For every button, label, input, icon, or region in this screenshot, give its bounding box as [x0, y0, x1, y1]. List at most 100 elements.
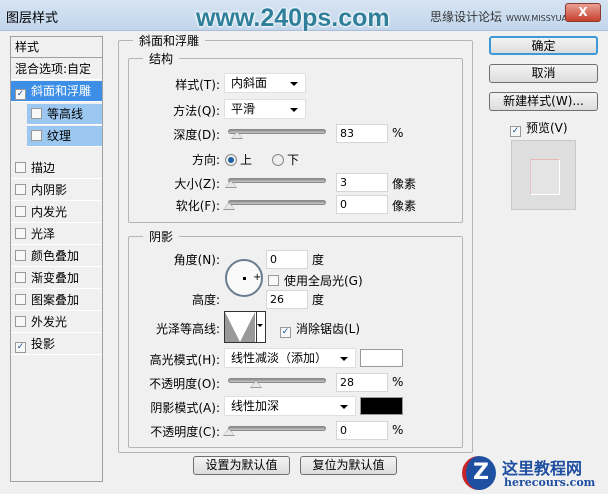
blending-options[interactable]: 混合选项:自定 — [11, 59, 102, 80]
size-unit: 像素 — [392, 177, 417, 191]
style-item[interactable]: 外发光 — [11, 312, 102, 333]
style-item-label: 颜色叠加 — [31, 249, 80, 263]
herecours-logo: Z 这里教程网 herecours.com — [458, 452, 608, 494]
logo-url: herecours.com — [504, 476, 596, 489]
checkbox-icon[interactable] — [15, 272, 26, 283]
style-item-label: 描边 — [31, 161, 56, 175]
checkbox-icon[interactable] — [15, 184, 26, 195]
structure-title: 结构 — [149, 52, 174, 66]
shadow-opacity-slider[interactable] — [223, 426, 326, 436]
style-item[interactable]: 图案叠加 — [11, 290, 102, 311]
window-title: 图层样式 — [6, 11, 59, 26]
style-item-label: 渐变叠加 — [31, 271, 80, 285]
new-style-button[interactable]: 新建样式(W)... — [489, 92, 598, 111]
soften-slider[interactable] — [223, 200, 326, 210]
shadow-opacity-unit: % — [392, 423, 404, 437]
checkmark-icon: ✓ — [510, 126, 521, 137]
checkbox-icon[interactable] — [31, 130, 42, 141]
preview-checkbox[interactable]: ✓ 预览(V) — [510, 119, 568, 137]
depth-slider[interactable] — [228, 129, 326, 139]
cancel-button[interactable]: 取消 — [489, 64, 598, 83]
checkmark-icon[interactable]: ✓ — [15, 342, 26, 353]
direction-down-radio[interactable]: 下 — [272, 151, 299, 168]
crosshair-icon: + — [253, 272, 262, 283]
close-button[interactable]: X — [565, 3, 601, 22]
style-item[interactable]: 颜色叠加 — [11, 246, 102, 267]
style-dropdown[interactable]: 内斜面 — [224, 73, 306, 93]
style-item[interactable]: 等高线 — [27, 104, 102, 125]
soften-label: 软化(F): — [175, 199, 220, 213]
style-item-label: 斜面和浮雕 — [31, 84, 92, 98]
checkbox-icon[interactable] — [15, 316, 26, 327]
style-item-label: 投影 — [31, 337, 56, 351]
shadow-opacity-thumb[interactable] — [223, 428, 235, 436]
highlight-opacity-slider[interactable] — [228, 378, 326, 388]
reset-default-button[interactable]: 复位为默认值 — [300, 456, 397, 475]
style-item[interactable]: 渐变叠加 — [11, 268, 102, 289]
checkbox-icon[interactable] — [15, 228, 26, 239]
checkmark-icon[interactable]: ✓ — [15, 89, 26, 100]
styles-list: 样式 混合选项:自定 ✓ 斜面和浮雕等高线纹理描边内阴影内发光光泽颜色叠加渐变叠加… — [10, 36, 103, 482]
checkbox-icon[interactable] — [15, 162, 26, 173]
soften-slider-thumb[interactable] — [223, 202, 235, 210]
depth-label: 深度(D): — [173, 128, 220, 142]
altitude-input[interactable]: 26 — [266, 290, 308, 309]
technique-dropdown[interactable]: 平滑 — [224, 99, 306, 119]
preview-label: 预览(V) — [526, 121, 568, 135]
style-item-label: 内阴影 — [31, 183, 68, 197]
global-light-checkbox[interactable]: 使用全局光(G) — [268, 272, 363, 289]
styles-header: 样式 — [11, 37, 102, 58]
style-item[interactable]: 内发光 — [11, 202, 102, 223]
highlight-opacity-unit: % — [392, 375, 404, 389]
style-item[interactable]: 描边 — [11, 158, 102, 179]
size-slider[interactable] — [224, 178, 326, 188]
make-default-button[interactable]: 设置为默认值 — [193, 456, 290, 475]
angle-dial[interactable]: + — [225, 259, 263, 297]
style-item[interactable]: 内阴影 — [11, 180, 102, 201]
gloss-contour-picker[interactable] — [224, 311, 266, 343]
direction-up-label: 上 — [240, 153, 253, 167]
shadow-opacity-input[interactable]: 0 — [336, 421, 388, 440]
antialias-checkbox[interactable]: ✓ 消除锯齿(L) — [280, 320, 360, 338]
altitude-unit: 度 — [312, 293, 325, 307]
shadow-color-swatch[interactable] — [360, 397, 403, 415]
style-item[interactable]: 光泽 — [11, 224, 102, 245]
altitude-label: 高度: — [191, 293, 220, 307]
soften-input[interactable]: 0 — [336, 195, 388, 214]
checkbox-icon[interactable] — [15, 206, 26, 217]
angle-unit: 度 — [312, 253, 325, 267]
ok-button[interactable]: 确定 — [489, 36, 598, 55]
depth-unit: % — [392, 126, 404, 140]
style-item-label: 等高线 — [47, 107, 84, 121]
size-label: 大小(Z): — [174, 177, 220, 191]
size-slider-thumb[interactable] — [224, 180, 237, 188]
radio-icon — [272, 154, 284, 166]
antialias-label: 消除锯齿(L) — [296, 322, 361, 336]
contour-curve-icon — [225, 312, 255, 342]
highlight-opacity-input[interactable]: 28 — [336, 373, 388, 392]
chevron-down-icon — [257, 324, 263, 330]
shadow-mode-label: 阴影模式(A): — [150, 401, 220, 415]
checkbox-icon[interactable] — [15, 294, 26, 305]
checkbox-icon[interactable] — [31, 108, 42, 119]
style-item-label: 光泽 — [31, 227, 56, 241]
style-item-label: 内发光 — [31, 205, 68, 219]
depth-slider-thumb[interactable] — [230, 131, 243, 139]
size-input[interactable]: 3 — [336, 173, 388, 192]
highlight-opacity-thumb[interactable] — [250, 380, 263, 388]
style-item[interactable]: ✓ 投影 — [11, 334, 102, 355]
style-item[interactable]: 纹理 — [27, 126, 102, 147]
depth-input[interactable]: 83 — [336, 124, 388, 143]
direction-up-radio[interactable]: 上 — [225, 151, 252, 168]
checkbox-icon[interactable] — [15, 250, 26, 261]
highlight-color-swatch[interactable] — [360, 349, 403, 367]
shadow-mode-dropdown[interactable]: 线性加深 — [224, 396, 356, 416]
angle-input[interactable]: 0 — [266, 250, 308, 269]
style-item[interactable]: ✓ 斜面和浮雕 — [11, 81, 102, 102]
checkbox-icon — [268, 275, 279, 286]
checkmark-icon: ✓ — [280, 327, 291, 338]
radio-selected-icon — [225, 154, 237, 166]
highlight-mode-dropdown[interactable]: 线性减淡（添加） — [224, 348, 356, 368]
direction-label: 方向: — [191, 153, 220, 167]
style-item-label: 纹理 — [47, 129, 72, 143]
